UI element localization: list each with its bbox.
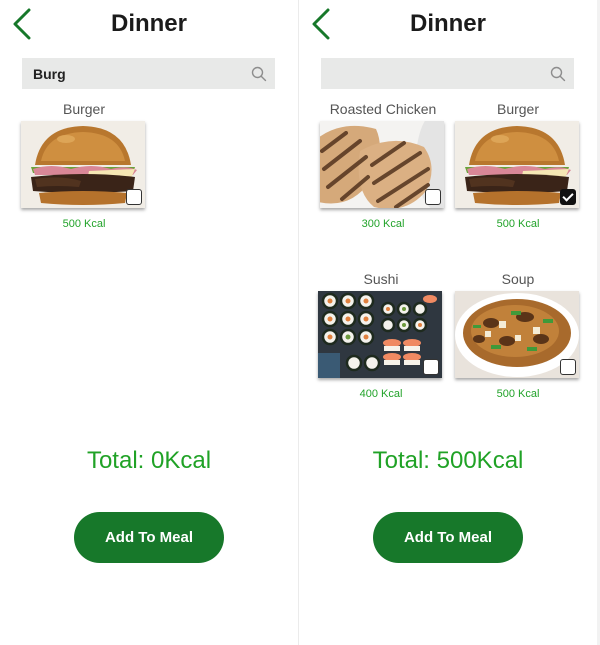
add-to-meal-button[interactable]: Add To Meal [74, 512, 224, 563]
food-kcal: 500 Kcal [496, 218, 540, 230]
select-checkbox[interactable] [425, 189, 441, 205]
food-name: Sushi [363, 271, 399, 287]
select-checkbox[interactable] [126, 189, 142, 205]
sushi-image[interactable] [318, 291, 442, 378]
total-kcal: Total: 0Kcal [86, 447, 212, 474]
food-name: Burger [62, 101, 106, 117]
soup-image[interactable] [455, 291, 579, 378]
search-input[interactable] [321, 58, 541, 89]
roasted-chicken-image[interactable] [320, 121, 444, 208]
food-kcal: 500 Kcal [62, 218, 106, 230]
food-kcal: 500 Kcal [496, 388, 540, 400]
food-kcal: 300 Kcal [361, 218, 405, 230]
page-title: Dinner [110, 10, 187, 37]
food-kcal: 400 Kcal [359, 388, 403, 400]
dinner-screen-right: Dinner Roasted Chicken 300 Kcal Burger 5… [299, 0, 597, 645]
total-kcal: Total: 500Kcal [372, 447, 524, 474]
dinner-screen-left: Dinner Burger 500 Kcal Total: 0Kcal Add … [0, 0, 298, 645]
search-bar [321, 58, 574, 89]
search-bar [22, 58, 275, 89]
search-icon[interactable] [550, 66, 566, 82]
select-checkbox-checked[interactable] [560, 189, 576, 205]
search-icon[interactable] [251, 66, 267, 82]
burger-image[interactable] [455, 121, 579, 208]
select-checkbox[interactable] [423, 359, 439, 375]
page-title: Dinner [409, 10, 486, 37]
food-name: Burger [496, 101, 540, 117]
food-name: Soup [501, 271, 535, 287]
food-name: Roasted Chicken [329, 101, 437, 117]
search-input[interactable] [22, 58, 242, 89]
burger-image[interactable] [21, 121, 145, 208]
select-checkbox[interactable] [560, 359, 576, 375]
add-to-meal-button[interactable]: Add To Meal [373, 512, 523, 563]
